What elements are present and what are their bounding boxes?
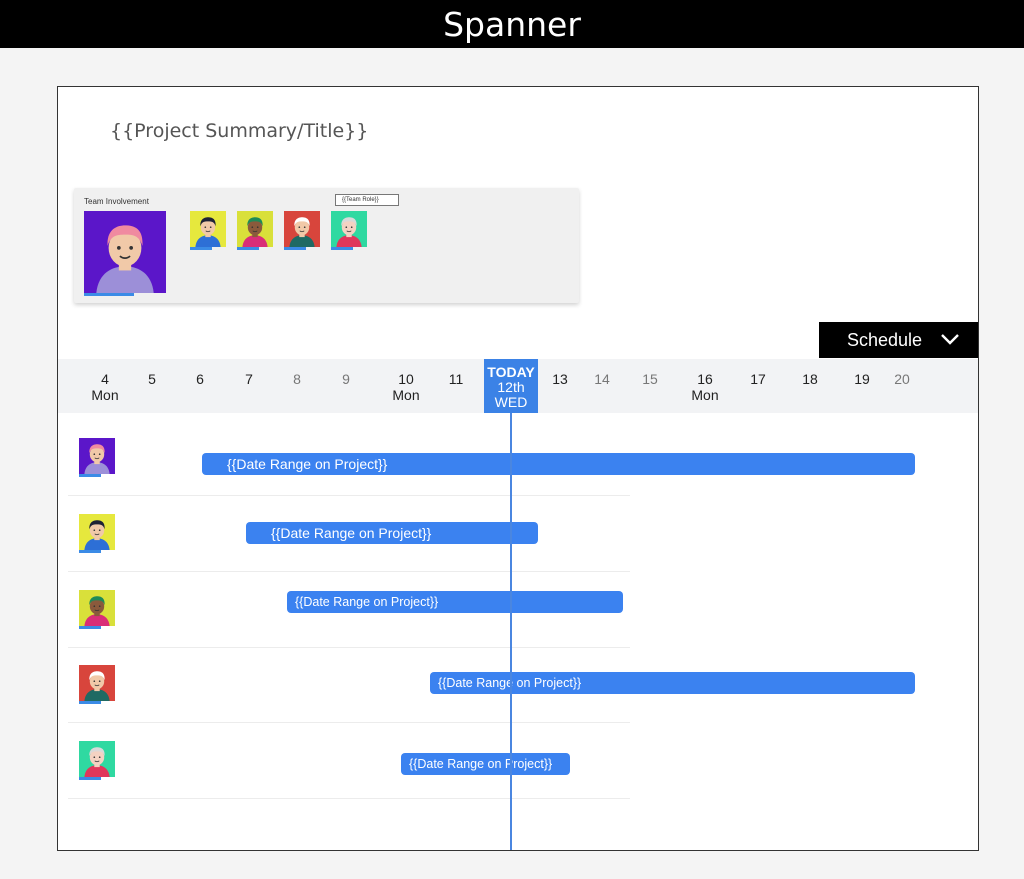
row-divider [68, 495, 630, 496]
team-involvement-label: Team Involvement [84, 197, 149, 206]
timeline-day: 11 [436, 371, 476, 387]
lead-avatar[interactable] [84, 211, 166, 293]
timeline-day: 8 [277, 371, 317, 387]
row-avatar-underline [79, 550, 101, 553]
date-range-bar[interactable]: {{Date Range on Project}} [246, 522, 538, 544]
team-avatar[interactable] [190, 211, 226, 247]
day-number: 13 [552, 371, 568, 387]
row-avatar[interactable] [79, 438, 115, 474]
timeline-day: 20 [882, 371, 922, 387]
day-weekday: Mon [91, 387, 119, 403]
day-number: 6 [196, 371, 204, 387]
timeline-day: 5 [132, 371, 172, 387]
row-divider [68, 571, 630, 572]
date-range-label: {{Date Range on Project}} [409, 757, 553, 771]
date-range-label: {{Date Range on Project}} [227, 456, 388, 472]
timeline-day: 18 [790, 371, 830, 387]
day-number: 14 [594, 371, 610, 387]
row-avatar-underline [79, 626, 101, 629]
day-number: 10 [398, 371, 414, 387]
today-label: TODAY [487, 364, 535, 380]
team-involvement-card: Team Involvement {{Team Role}} [74, 188, 579, 303]
date-range-bar[interactable]: {{Date Range on Project}} [202, 453, 915, 475]
day-number: 4 [101, 371, 109, 387]
timeline-day: 4 Mon [85, 371, 125, 403]
day-number: 9 [342, 371, 350, 387]
row-avatar[interactable] [79, 590, 115, 626]
team-avatar-underline [237, 247, 259, 250]
day-number: 17 [750, 371, 766, 387]
row-avatar-underline [79, 777, 101, 780]
schedule-dropdown[interactable]: Schedule [819, 322, 978, 358]
day-number: 11 [448, 371, 464, 387]
timeline-day: 14 [582, 371, 622, 387]
schedule-label: Schedule [847, 329, 923, 350]
team-avatar-underline [284, 247, 306, 250]
timeline-day: 6 [180, 371, 220, 387]
team-avatar-underline [331, 247, 353, 250]
app-title: Spanner [443, 4, 581, 44]
chevron-down-icon [941, 334, 959, 345]
row-avatar[interactable] [79, 665, 115, 701]
timeline-day: 19 [842, 371, 882, 387]
today-weekday: WED [494, 394, 528, 410]
date-range-bar[interactable]: {{Date Range on Project}} [401, 753, 570, 775]
team-avatar[interactable] [237, 211, 273, 247]
day-number: 20 [894, 371, 910, 387]
timeline-day: 16 Mon [685, 371, 725, 403]
date-range-bar[interactable]: {{Date Range on Project}} [287, 591, 623, 613]
day-number: 5 [148, 371, 156, 387]
day-number: 15 [642, 371, 658, 387]
timeline-day: 15 [630, 371, 670, 387]
day-weekday: Mon [392, 387, 420, 403]
date-range-bar[interactable]: {{Date Range on Project}} [430, 672, 915, 694]
row-divider [68, 798, 630, 799]
date-range-label: {{Date Range on Project}} [295, 595, 439, 609]
today-marker: TODAY 12th WED [484, 359, 538, 413]
today-line [510, 413, 512, 850]
date-range-label: {{Date Range on Project}} [271, 525, 432, 541]
lead-avatar-underline [84, 293, 134, 296]
day-number: 8 [293, 371, 301, 387]
app-header: Spanner [0, 0, 1024, 48]
project-title: {{Project Summary/Title}} [110, 120, 369, 142]
row-avatar-underline [79, 474, 101, 477]
day-number: 19 [854, 371, 870, 387]
project-panel: {{Project Summary/Title}} Team Involveme… [57, 86, 979, 851]
timeline-day: 9 [326, 371, 366, 387]
day-weekday: Mon [691, 387, 719, 403]
timeline-day: 17 [738, 371, 778, 387]
today-date: 12th [497, 379, 525, 395]
timeline-day: 7 [229, 371, 269, 387]
timeline-day: 13 [540, 371, 580, 387]
row-divider [68, 647, 630, 648]
row-avatar[interactable] [79, 741, 115, 777]
team-avatar[interactable] [284, 211, 320, 247]
row-divider [68, 722, 630, 723]
timeline-day: 10 Mon [386, 371, 426, 403]
team-role-tooltip: {{Team Role}} [335, 194, 399, 206]
row-avatar-underline [79, 701, 101, 704]
row-avatar[interactable] [79, 514, 115, 550]
day-number: 16 [697, 371, 713, 387]
team-avatar[interactable] [331, 211, 367, 247]
day-number: 7 [245, 371, 253, 387]
team-avatar-underline [190, 247, 212, 250]
day-number: 18 [802, 371, 818, 387]
